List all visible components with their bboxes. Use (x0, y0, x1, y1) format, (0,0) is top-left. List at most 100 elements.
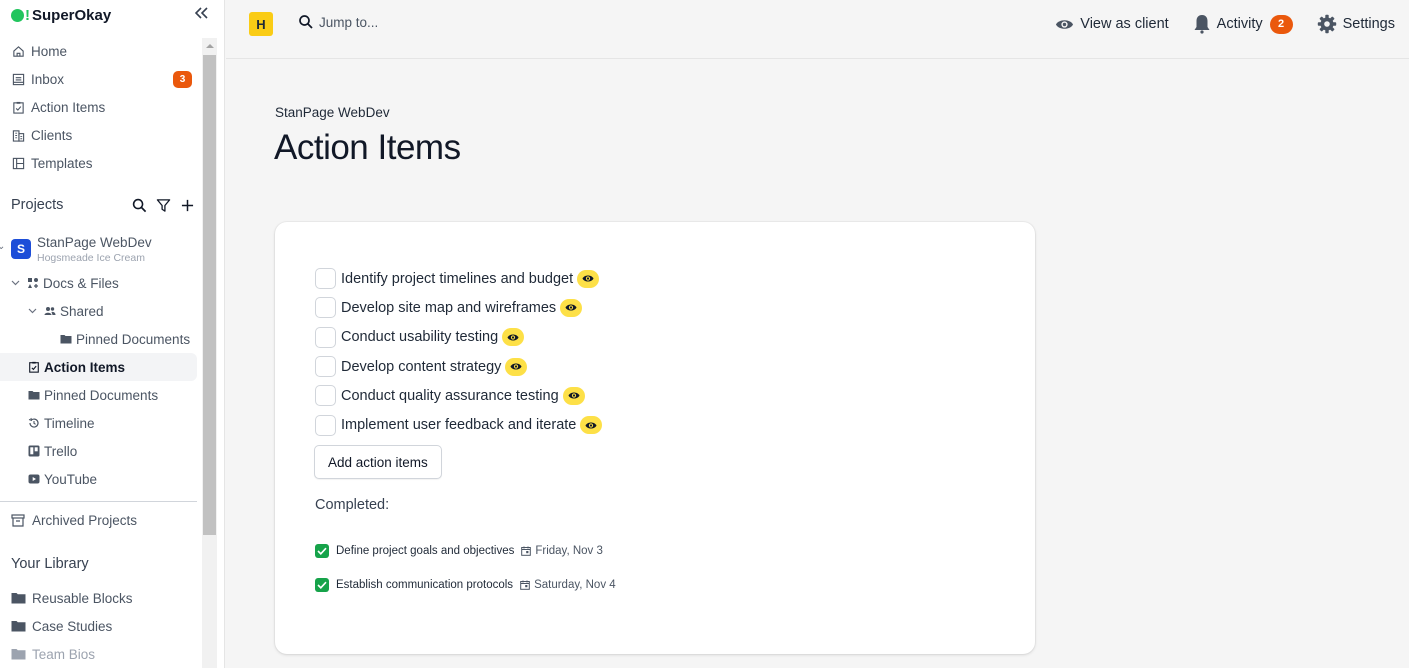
client-visible-toggle[interactable] (560, 298, 583, 317)
todo-checkbox[interactable] (315, 414, 336, 436)
client-visible-toggle[interactable] (505, 357, 528, 376)
eye-icon (582, 275, 594, 282)
tree-pinned-documents[interactable]: Pinned Documents (28, 381, 158, 409)
todo-item: Develop content strategy (315, 352, 602, 381)
check-icon (317, 581, 327, 589)
tree-docs-files-label: Docs & Files (43, 275, 119, 291)
clipboard-check-icon (11, 100, 25, 114)
app-logo[interactable]: ! SuperOkay (11, 5, 111, 25)
page-title: Action Items (274, 128, 461, 167)
todo-checkbox[interactable] (315, 268, 336, 290)
eye-icon (1055, 18, 1074, 31)
completed-checkbox[interactable] (315, 544, 329, 558)
chevron-down-icon[interactable]: ⌄ (0, 241, 5, 252)
tree-action-items[interactable]: Action Items (28, 353, 125, 381)
docs-icon (27, 277, 39, 289)
tree-youtube[interactable]: YouTube (28, 465, 97, 493)
tree-shared-label: Shared (60, 303, 104, 319)
tree-shared-pinned-documents[interactable]: Pinned Documents (60, 325, 190, 353)
library-team-bios-label: Team Bios (32, 646, 96, 662)
folder-icon (60, 333, 72, 345)
users-icon (44, 305, 56, 317)
collapse-sidebar-button[interactable] (192, 5, 212, 25)
activity-label: Activity (1216, 16, 1263, 32)
client-visible-toggle[interactable] (502, 328, 525, 347)
top-actions: View as client Activity 2 Settings (1031, 13, 1395, 35)
check-icon (317, 547, 327, 555)
todo-checkbox[interactable] (315, 356, 336, 378)
history-icon (28, 417, 40, 429)
tree-shared[interactable]: Shared (28, 297, 104, 325)
library-team-bios[interactable]: Team Bios (11, 640, 95, 668)
todo-checkbox[interactable] (315, 326, 336, 348)
chevron-down-icon[interactable] (11, 278, 21, 289)
client-visible-toggle[interactable] (562, 386, 585, 405)
tree-docs-files[interactable]: Docs & Files (11, 269, 119, 297)
completed-date-text: Friday, Nov 3 (535, 545, 603, 557)
archived-projects-label: Archived Projects (32, 512, 138, 528)
folder-icon (11, 591, 27, 605)
todo-text[interactable]: Develop site map and wireframes (341, 300, 556, 316)
archived-projects[interactable]: Archived Projects (11, 506, 137, 534)
eye-icon (568, 392, 580, 399)
nav-inbox[interactable]: Inbox 3 (0, 65, 200, 93)
calendar-icon (520, 580, 530, 590)
nav-clients[interactable]: Clients (0, 121, 200, 149)
youtube-icon (28, 473, 40, 485)
tree-trello[interactable]: Trello (28, 437, 77, 465)
logo-dot-icon (11, 8, 24, 22)
nav-home[interactable]: Home (0, 37, 200, 65)
bell-icon (1193, 13, 1211, 35)
activity-count-badge: 2 (1269, 14, 1293, 34)
workspace-avatar[interactable]: H (249, 12, 273, 36)
project-avatar: S (11, 239, 31, 259)
completed-text[interactable]: Define project goals and objectives (336, 545, 514, 557)
add-project-button[interactable] (179, 197, 195, 213)
jump-to-placeholder: Jump to... (319, 14, 379, 30)
settings-button[interactable]: Settings (1317, 14, 1395, 34)
project-stanpage-webdev[interactable]: ⌄ S StanPage WebDev Hogsmeade Ice Cream (0, 233, 200, 267)
todo-item: Implement user feedback and iterate (315, 410, 603, 439)
completed-text[interactable]: Establish communication protocols (336, 579, 513, 591)
todo-text[interactable]: Implement user feedback and iterate (341, 417, 576, 433)
completed-date: Friday, Nov 3 (521, 545, 603, 557)
sidebar: ! SuperOkay Home Inbox 3 Action Items Cl… (0, 0, 225, 668)
folder-icon (11, 619, 27, 633)
nav-clients-label: Clients (31, 127, 73, 143)
completed-item: Establish communication protocols Saturd… (315, 568, 616, 602)
completed-checkbox[interactable] (315, 578, 329, 592)
nav-action-items[interactable]: Action Items (0, 93, 200, 121)
tree-timeline[interactable]: Timeline (28, 409, 95, 437)
add-action-items-button[interactable]: Add action items (314, 445, 442, 479)
todo-text[interactable]: Develop content strategy (341, 359, 501, 375)
projects-header: Projects (11, 197, 64, 213)
view-as-client-button[interactable]: View as client (1055, 16, 1169, 32)
library-case-studies[interactable]: Case Studies (11, 612, 112, 640)
todo-text[interactable]: Conduct quality assurance testing (341, 388, 559, 404)
project-client: Hogsmeade Ice Cream (37, 252, 145, 264)
project-name: StanPage WebDev (37, 235, 152, 250)
sidebar-scrollbar[interactable] (202, 38, 217, 668)
todo-checkbox[interactable] (315, 297, 336, 319)
todo-text[interactable]: Identify project timelines and budget (341, 271, 573, 287)
completed-label: Completed: (315, 497, 390, 513)
tree-timeline-label: Timeline (44, 415, 95, 431)
client-visible-toggle[interactable] (580, 416, 603, 435)
jump-to-search[interactable]: Jump to... (298, 14, 378, 30)
library-reusable-blocks[interactable]: Reusable Blocks (11, 584, 133, 612)
scroll-up-arrow[interactable] (202, 38, 217, 53)
chevron-down-icon[interactable] (28, 306, 38, 317)
eye-icon (510, 363, 522, 370)
todo-text[interactable]: Conduct usability testing (341, 329, 498, 345)
search-projects-button[interactable] (131, 197, 147, 213)
todo-checkbox[interactable] (315, 385, 336, 407)
breadcrumb[interactable]: StanPage WebDev (275, 105, 390, 120)
client-visible-toggle[interactable] (577, 269, 600, 288)
activity-button[interactable]: Activity 2 (1193, 13, 1293, 35)
tree-youtube-label: YouTube (44, 471, 98, 487)
nav-templates[interactable]: Templates (0, 149, 200, 177)
completed-date-text: Saturday, Nov 4 (534, 579, 616, 591)
scroll-thumb[interactable] (203, 55, 216, 535)
filter-projects-button[interactable] (155, 197, 171, 213)
library-case-studies-label: Case Studies (32, 618, 113, 634)
